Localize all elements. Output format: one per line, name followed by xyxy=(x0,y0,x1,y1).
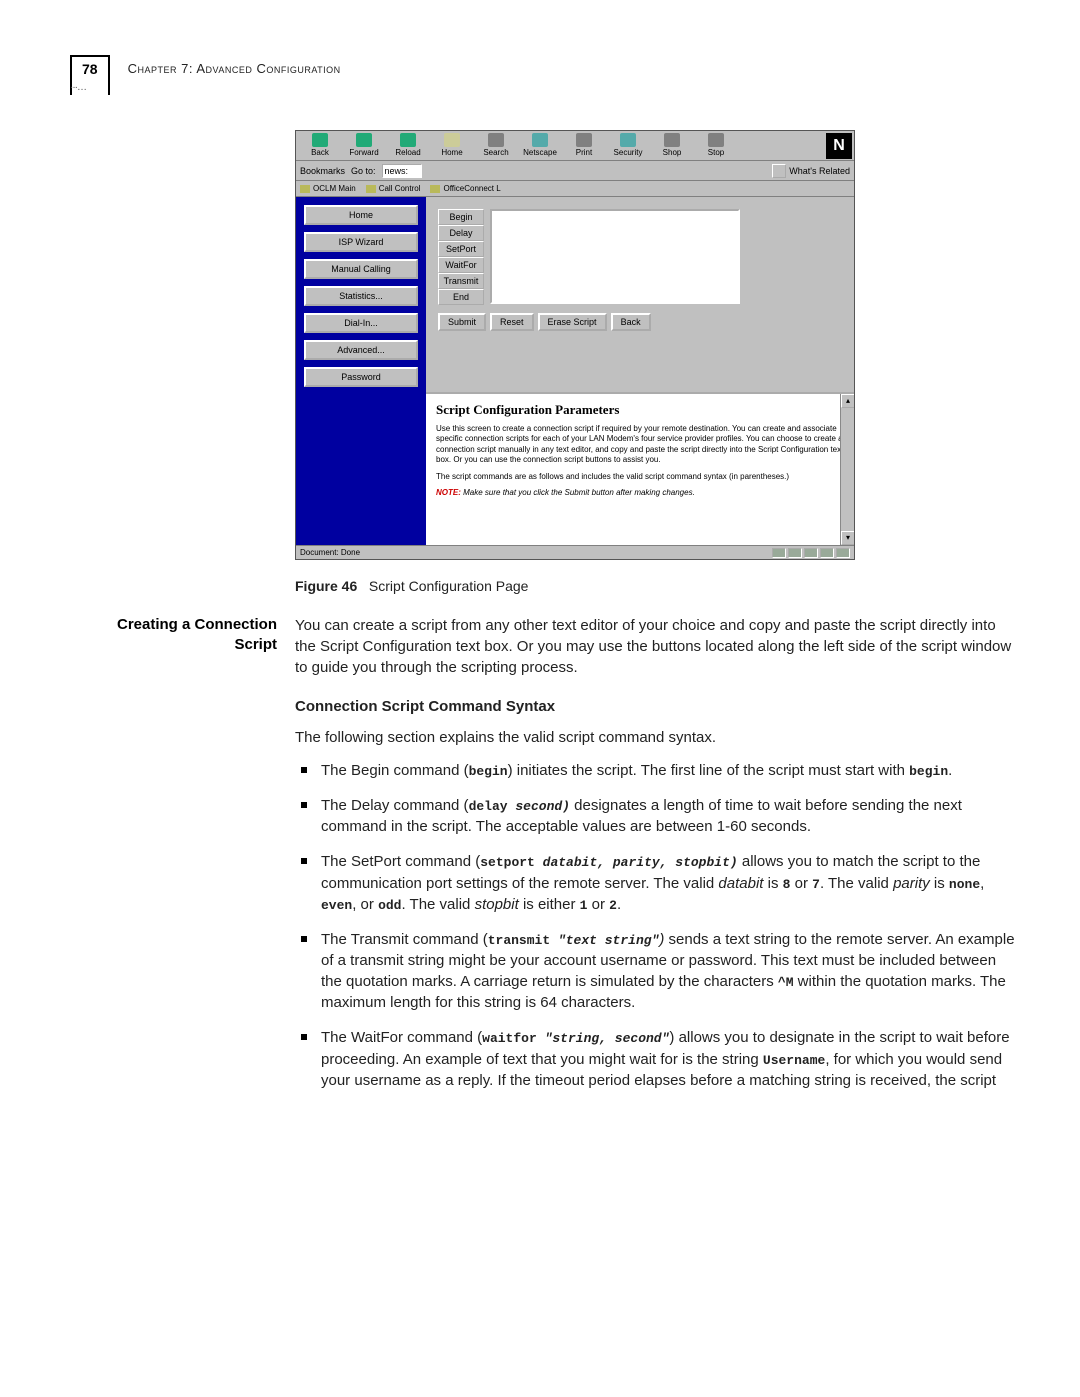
goto-label: Go to: xyxy=(351,166,376,176)
cmd-setport[interactable]: SetPort xyxy=(438,241,484,257)
print-button[interactable]: Print xyxy=(564,133,604,160)
scroll-down-icon[interactable]: ▾ xyxy=(841,531,854,545)
bullet-begin: The Begin command (begin) initiates the … xyxy=(295,760,1020,781)
netscape-button[interactable]: Netscape xyxy=(520,133,560,160)
status-text: Document: Done xyxy=(300,548,360,557)
reload-button[interactable]: Reload xyxy=(388,133,428,160)
chapter-title: Chapter 7: Advanced Configuration xyxy=(110,55,341,76)
netscape-icon xyxy=(532,133,548,147)
help-note-body: Make sure that you click the Submit butt… xyxy=(463,488,695,497)
bookmark-officeconnect[interactable]: OfficeConnect L xyxy=(430,184,500,193)
status-icon xyxy=(820,548,834,558)
forward-icon xyxy=(356,133,372,147)
scroll-up-icon[interactable]: ▴ xyxy=(841,394,854,408)
home-icon xyxy=(444,133,460,147)
stop-icon xyxy=(708,133,724,147)
print-icon xyxy=(576,133,592,147)
reset-button[interactable]: Reset xyxy=(490,313,534,331)
sidebar-dialin[interactable]: Dial-In... xyxy=(304,313,418,333)
help-p2: The script commands are as follows and i… xyxy=(436,472,844,482)
reload-icon xyxy=(400,133,416,147)
script-command-buttons: Begin Delay SetPort WaitFor Transmit End xyxy=(438,209,484,305)
address-bar: Bookmarks Go to: What's Related xyxy=(296,161,854,181)
subsection-heading: Connection Script Command Syntax xyxy=(295,696,1020,717)
whats-related[interactable]: What's Related xyxy=(772,164,850,178)
bullet-setport: The SetPort command (setport databit, pa… xyxy=(295,851,1020,915)
back-icon xyxy=(312,133,328,147)
cmd-waitfor[interactable]: WaitFor xyxy=(438,257,484,273)
lead-paragraph: The following section explains the valid… xyxy=(295,727,1020,748)
shop-icon xyxy=(664,133,680,147)
bullet-delay: The Delay command (delay second) designa… xyxy=(295,795,1020,837)
intro-paragraph: You can create a script from any other t… xyxy=(295,615,1020,678)
cmd-delay[interactable]: Delay xyxy=(438,225,484,241)
sidebar-isp-wizard[interactable]: ISP Wizard xyxy=(304,232,418,252)
shop-button[interactable]: Shop xyxy=(652,133,692,160)
search-icon xyxy=(488,133,504,147)
netscape-logo: N xyxy=(826,133,852,159)
security-button[interactable]: Security xyxy=(608,133,648,160)
figure-caption: Figure 46 Script Configuration Page xyxy=(295,578,528,594)
sidebar-statistics[interactable]: Statistics... xyxy=(304,286,418,306)
forward-button[interactable]: Forward xyxy=(344,133,384,160)
browser-window: Back Forward Reload Home Search Netscape… xyxy=(295,130,855,560)
sidebar-advanced[interactable]: Advanced... xyxy=(304,340,418,360)
bookmark-bar: OCLM Main Call Control OfficeConnect L xyxy=(296,181,854,197)
back-button[interactable]: Back xyxy=(300,133,340,160)
bullet-transmit: The Transmit command (transmit "text str… xyxy=(295,929,1020,1013)
help-note-label: NOTE: xyxy=(436,488,461,497)
bookmark-oclm[interactable]: OCLM Main xyxy=(300,184,356,193)
erase-script-button[interactable]: Erase Script xyxy=(538,313,607,331)
help-scrollbar[interactable]: ▴ ▾ xyxy=(840,394,854,545)
status-icon xyxy=(788,548,802,558)
sidebar-manual-calling[interactable]: Manual Calling xyxy=(304,259,418,279)
status-icon xyxy=(772,548,786,558)
main-area: Begin Delay SetPort WaitFor Transmit End… xyxy=(426,197,854,545)
script-textarea[interactable] xyxy=(490,209,740,304)
status-bar: Document: Done xyxy=(296,545,854,559)
decorative-dots: ···… xyxy=(70,82,86,93)
bookmarks-menu[interactable]: Bookmarks xyxy=(300,166,345,176)
status-icon xyxy=(804,548,818,558)
sidebar: Home ISP Wizard Manual Calling Statistic… xyxy=(296,197,426,545)
submit-button[interactable]: Submit xyxy=(438,313,486,331)
help-p1: Use this screen to create a connection s… xyxy=(436,424,844,466)
dropdown-icon[interactable] xyxy=(772,164,786,178)
cmd-transmit[interactable]: Transmit xyxy=(438,273,484,289)
goto-input[interactable] xyxy=(382,164,422,178)
browser-toolbar: Back Forward Reload Home Search Netscape… xyxy=(296,131,854,161)
bookmark-callcontrol[interactable]: Call Control xyxy=(366,184,421,193)
bullet-waitfor: The WaitFor command (waitfor "string, se… xyxy=(295,1027,1020,1090)
home-button[interactable]: Home xyxy=(432,133,472,160)
help-pane: Script Configuration Parameters Use this… xyxy=(426,392,854,545)
status-icon xyxy=(836,548,850,558)
cmd-end[interactable]: End xyxy=(438,289,484,305)
section-heading: Creating a Connection Script xyxy=(90,615,295,1105)
cmd-begin[interactable]: Begin xyxy=(438,209,484,225)
sidebar-home[interactable]: Home xyxy=(304,205,418,225)
help-title: Script Configuration Parameters xyxy=(436,402,844,418)
sidebar-password[interactable]: Password xyxy=(304,367,418,387)
search-button[interactable]: Search xyxy=(476,133,516,160)
stop-button[interactable]: Stop xyxy=(696,133,736,160)
security-icon xyxy=(620,133,636,147)
back-button[interactable]: Back xyxy=(611,313,651,331)
